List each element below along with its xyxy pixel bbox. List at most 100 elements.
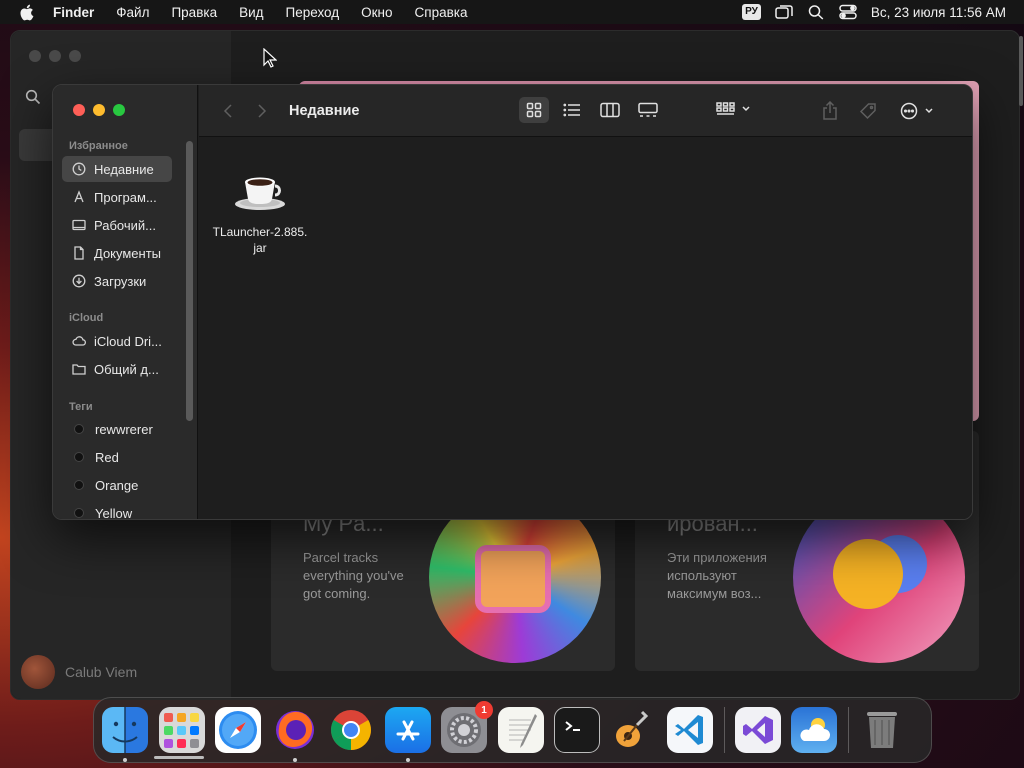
dock-trash[interactable] <box>859 707 905 753</box>
dock-garageband[interactable] <box>611 707 657 753</box>
column-view-button[interactable] <box>595 97 625 123</box>
window-edge-scrollbar[interactable] <box>1019 36 1023 106</box>
dock-firefox[interactable] <box>272 707 318 762</box>
menu-bar-extras: РУ Вс, 23 июля 11:56 AM <box>742 0 1006 24</box>
finder-face-icon <box>112 707 138 753</box>
spotlight-search-icon[interactable] <box>807 4 825 20</box>
sidebar-item-label: Общий д... <box>94 361 159 377</box>
weather-icon <box>800 718 830 741</box>
stage-manager-icon[interactable] <box>775 4 793 20</box>
firefox-icon <box>275 711 314 749</box>
dock-separator <box>723 707 725 753</box>
menu-view[interactable]: Вид <box>239 5 263 20</box>
download-icon <box>72 274 86 288</box>
menu-help[interactable]: Справка <box>415 5 468 20</box>
minimize-button[interactable] <box>93 104 105 116</box>
sidebar-scrollbar[interactable] <box>186 141 193 421</box>
finder-sidebar: Избранное Недавние Програм... Рабочий...… <box>53 85 198 519</box>
menu-bar-clock[interactable]: Вс, 23 июля 11:56 AM <box>871 5 1006 20</box>
dock-chrome[interactable] <box>328 707 374 753</box>
sidebar-item-recents[interactable]: Недавние <box>62 156 172 182</box>
running-indicator <box>405 758 410 762</box>
control-center-icon[interactable] <box>839 4 857 20</box>
dock-weather[interactable] <box>791 707 837 753</box>
dock-finder[interactable] <box>102 707 148 762</box>
share-button[interactable] <box>819 100 841 122</box>
document-icon <box>72 246 86 260</box>
sidebar-item-shared[interactable]: Общий д... <box>62 356 172 382</box>
notification-badge: 1 <box>475 701 493 719</box>
sidebar-item-desktop[interactable]: Рабочий... <box>62 212 172 238</box>
running-indicator <box>292 758 297 762</box>
file-item[interactable]: TLauncher-2.885. jar <box>205 166 315 256</box>
menu-edit[interactable]: Правка <box>171 5 217 20</box>
dock-launchpad[interactable] <box>158 707 205 753</box>
folder-title: Недавние <box>289 102 360 119</box>
file-name-line1: TLauncher-2.885. <box>212 225 308 239</box>
gallery-view-button[interactable] <box>633 97 663 123</box>
app-store-icon <box>396 720 419 741</box>
dock-textedit[interactable] <box>497 707 544 753</box>
window-controls <box>73 104 125 116</box>
sidebar-item-downloads[interactable]: Загрузки <box>62 268 172 294</box>
dock-system-settings[interactable]: 1 <box>441 701 493 753</box>
list-view-button[interactable] <box>557 97 587 123</box>
finder-toolbar: Недавние <box>199 85 972 137</box>
menu-go[interactable]: Переход <box>286 5 340 20</box>
forward-button[interactable] <box>251 100 273 122</box>
pen-paper-icon <box>508 714 537 748</box>
dock-vscode[interactable] <box>667 707 713 753</box>
account-button[interactable]: Calub Viem <box>21 655 137 689</box>
finder-content: TLauncher-2.885. jar <box>199 138 972 519</box>
menu-window[interactable]: Окно <box>361 5 392 20</box>
icon-view-button[interactable] <box>519 97 549 123</box>
dock-terminal[interactable] <box>554 707 600 753</box>
more-actions-button[interactable] <box>899 100 937 122</box>
back-button[interactable] <box>217 100 239 122</box>
tag-dot-icon <box>74 424 84 434</box>
zoom-button[interactable] <box>113 104 125 116</box>
sidebar-tag-red[interactable]: Red <box>62 444 172 470</box>
vscode-icon <box>675 715 703 745</box>
sidebar-item-icloud-drive[interactable]: iCloud Dri... <box>62 328 172 354</box>
terminal-icon <box>565 721 580 731</box>
tag-button[interactable] <box>857 100 879 122</box>
menu-finder[interactable]: Finder <box>53 5 94 20</box>
trash-icon <box>866 712 897 748</box>
menu-bar: Finder Файл Правка Вид Переход Окно Спра… <box>0 0 1024 24</box>
sidebar-item-label: Документы <box>94 245 162 261</box>
desktop-icon <box>72 218 86 232</box>
sidebar-item-label: iCloud Dri... <box>94 333 162 349</box>
guitar-icon <box>615 710 648 747</box>
clock-icon <box>72 162 86 176</box>
sidebar-item-label: Рабочий... <box>94 217 156 233</box>
apple-menu-icon[interactable] <box>19 4 35 21</box>
sidebar-tag-orange[interactable]: Orange <box>62 472 172 498</box>
sidebar-item-label: Недавние <box>94 161 154 177</box>
menu-file[interactable]: Файл <box>116 5 149 20</box>
zoom-button-inactive[interactable] <box>69 50 81 62</box>
input-source-badge[interactable]: РУ <box>742 4 761 20</box>
search-icon[interactable] <box>25 89 41 105</box>
running-indicator <box>123 758 127 762</box>
file-name: TLauncher-2.885. jar <box>205 224 315 256</box>
close-button[interactable] <box>73 104 85 116</box>
cloud-icon <box>72 334 86 348</box>
sidebar-item-label: Yellow <box>95 505 133 520</box>
dock-separator <box>847 707 849 753</box>
account-name: Calub Viem <box>65 664 138 680</box>
sidebar-item-documents[interactable]: Документы <box>62 240 172 266</box>
sidebar-tag-rewwrerer[interactable]: rewwrerer <box>62 416 172 442</box>
dock-app-store[interactable] <box>384 707 431 762</box>
mouse-pointer-icon <box>263 48 277 68</box>
minimize-button-inactive[interactable] <box>49 50 61 62</box>
close-button-inactive[interactable] <box>29 50 41 62</box>
view-mode-switcher <box>519 97 663 123</box>
sidebar-item-applications[interactable]: Програм... <box>62 184 172 210</box>
sidebar-tag-yellow[interactable]: Yellow <box>62 500 172 520</box>
group-by-button[interactable] <box>714 98 752 120</box>
dock-visual-studio[interactable] <box>734 707 781 753</box>
chrome-icon <box>331 710 371 750</box>
dock-safari[interactable] <box>215 707 261 753</box>
shared-folder-icon <box>72 362 86 376</box>
